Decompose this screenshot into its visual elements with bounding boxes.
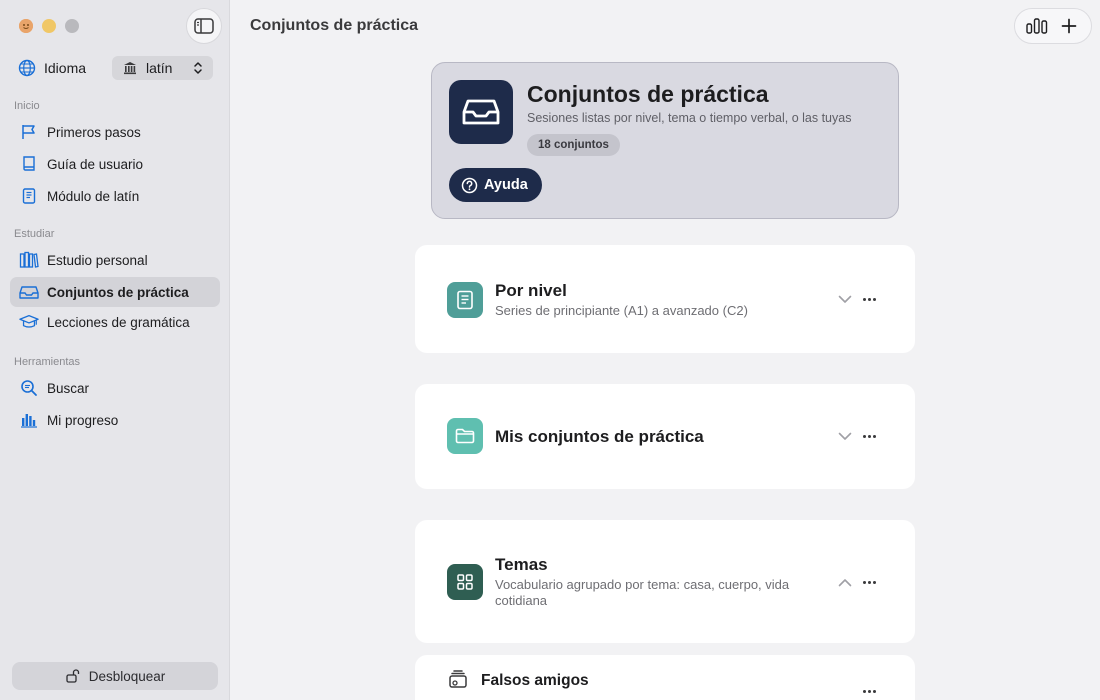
question-circle-icon (461, 177, 478, 194)
section-header-inicio: Inicio (14, 100, 40, 112)
flag-icon (19, 122, 39, 142)
sidebar-item-lecciones-de-gramatica[interactable]: Lecciones de gramática (10, 307, 220, 337)
bar-chart-icon (19, 410, 39, 430)
folder-icon (447, 418, 483, 454)
chevron-down-icon[interactable] (837, 428, 853, 444)
card-falsos-amigos[interactable]: Falsos amigos (415, 655, 915, 700)
card-title: Temas (495, 555, 548, 574)
sidebar-item-buscar[interactable]: Buscar (10, 373, 220, 403)
card-title: Falsos amigos (481, 672, 589, 689)
card-mis-conjuntos[interactable]: Mis conjuntos de práctica (415, 384, 915, 489)
close-window-button[interactable] (19, 19, 33, 33)
app-window: Idioma latín Inicio Primeros pasos Guía … (0, 0, 1100, 700)
window-controls (19, 19, 79, 33)
toolbar-actions (1014, 8, 1092, 44)
section-header-estudiar: Estudiar (14, 228, 55, 240)
sidebar-item-modulo-de-latin[interactable]: Módulo de latín (10, 181, 220, 211)
tray-icon (19, 282, 39, 302)
sidebar-item-label: Lecciones de gramática (47, 314, 190, 330)
card-subtitle: Series de principiante (A1) a avanzado (… (495, 303, 748, 318)
book-module-icon (19, 186, 39, 206)
sidebar-item-label: Primeros pasos (47, 124, 141, 140)
sidebar-item-estudio-personal[interactable]: Estudio personal (10, 245, 220, 275)
sidebar-item-label: Mi progreso (47, 412, 119, 428)
more-options-button[interactable] (861, 683, 877, 699)
sidebar-item-primeros-pasos[interactable]: Primeros pasos (10, 117, 220, 147)
temple-icon (124, 62, 136, 75)
help-button[interactable]: Ayuda (449, 168, 542, 202)
updown-chevron-icon (194, 62, 202, 74)
close-icon (19, 19, 33, 33)
hero-subtitle: Sesiones listas por nivel, tema o tiempo… (527, 111, 852, 125)
grid-icon (447, 564, 483, 600)
sidebar-item-label: Guía de usuario (47, 156, 144, 172)
sidebar-toggle-button[interactable] (186, 8, 222, 44)
help-label: Ayuda (484, 177, 528, 193)
chevron-up-icon[interactable] (837, 574, 853, 590)
document-icon (447, 282, 483, 318)
plus-icon (1061, 18, 1077, 34)
add-button[interactable] (1055, 12, 1083, 40)
unlock-button[interactable]: Desbloquear (12, 662, 218, 690)
graduation-cap-icon (19, 312, 39, 332)
search-icon (19, 378, 39, 398)
globe-icon (18, 59, 36, 77)
sidebar-item-label: Módulo de latín (47, 188, 140, 204)
unlock-icon (65, 668, 81, 684)
unlock-label: Desbloquear (88, 668, 166, 684)
zoom-window-button[interactable] (65, 19, 79, 33)
tray-icon (449, 80, 513, 144)
sidebar: Idioma latín Inicio Primeros pasos Guía … (0, 0, 230, 700)
sidebar-item-label: Estudio personal (47, 252, 148, 268)
books-icon (19, 250, 39, 270)
more-options-button[interactable] (861, 291, 877, 307)
sidebar-item-mi-progreso[interactable]: Mi progreso (10, 405, 220, 435)
hero-title: Conjuntos de práctica (527, 81, 769, 107)
minimize-window-button[interactable] (42, 19, 56, 33)
page-title: Conjuntos de práctica (250, 17, 419, 34)
book-icon (19, 154, 39, 174)
sidebar-item-guia-de-usuario[interactable]: Guía de usuario (10, 149, 220, 179)
chart-bars-icon (1026, 18, 1048, 34)
card-por-nivel[interactable]: Por nivel Series de principiante (A1) a … (415, 245, 915, 353)
more-options-button[interactable] (861, 428, 877, 444)
section-header-herramientas: Herramientas (14, 356, 81, 368)
sidebar-item-label: Buscar (47, 380, 90, 396)
stacked-cards-icon (447, 669, 469, 694)
language-row: Idioma latín (18, 56, 213, 80)
count-badge: 18 conjuntos (527, 134, 620, 156)
chevron-down-icon[interactable] (837, 291, 853, 307)
stats-button[interactable] (1023, 12, 1051, 40)
card-temas[interactable]: Temas Vocabulario agrupado por tema: cas… (415, 520, 915, 643)
language-label: Idioma (44, 60, 87, 76)
sidebar-item-label: Conjuntos de práctica (47, 284, 189, 300)
main-content: Conjuntos de práctica Conjuntos de práct… (231, 0, 1100, 700)
sidebar-toggle-icon (194, 18, 214, 34)
language-select-value: latín (146, 60, 173, 76)
hero-card: Conjuntos de práctica Sesiones listas po… (431, 62, 899, 219)
card-subtitle: Vocabulario agrupado por tema: casa, cue… (495, 577, 790, 608)
sidebar-item-conjuntos-de-practica[interactable]: Conjuntos de práctica (10, 277, 220, 307)
card-title: Por nivel (495, 281, 567, 300)
more-options-button[interactable] (861, 574, 877, 590)
language-select[interactable]: latín (112, 56, 213, 80)
card-title: Mis conjuntos de práctica (495, 427, 704, 446)
